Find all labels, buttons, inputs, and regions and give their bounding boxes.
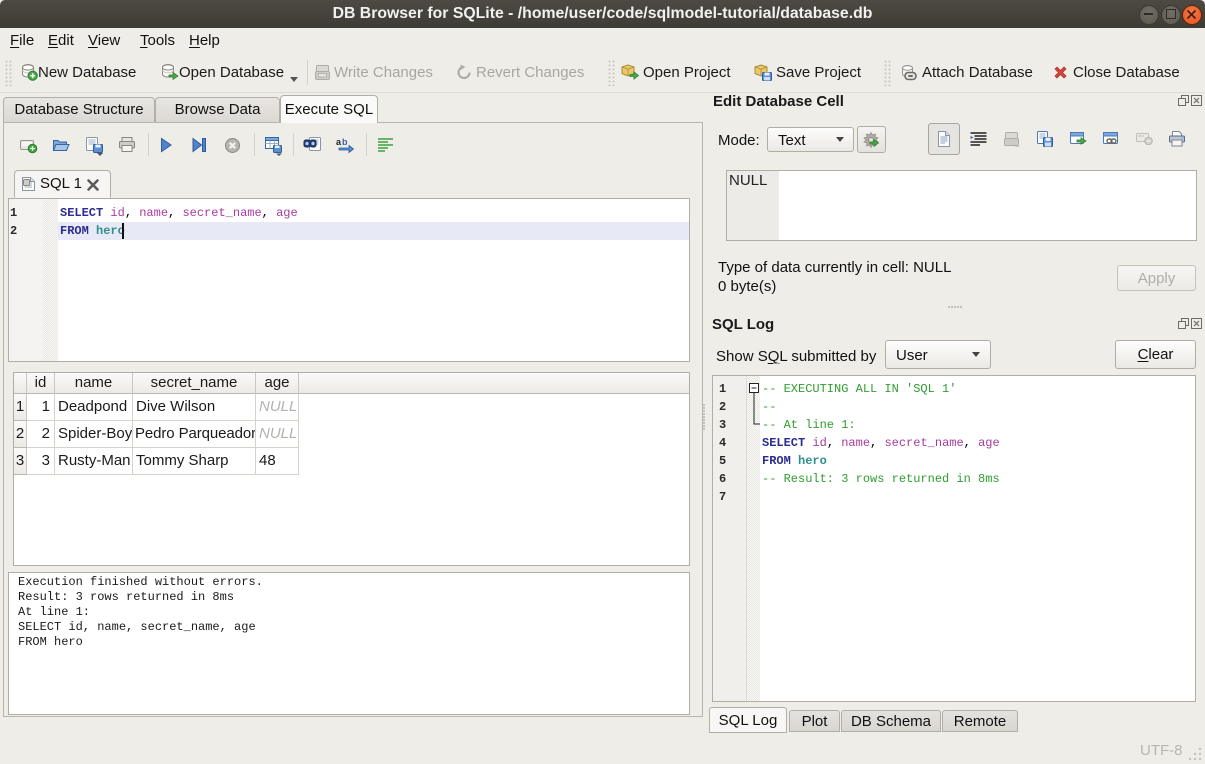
svg-text:b: b (342, 137, 348, 147)
